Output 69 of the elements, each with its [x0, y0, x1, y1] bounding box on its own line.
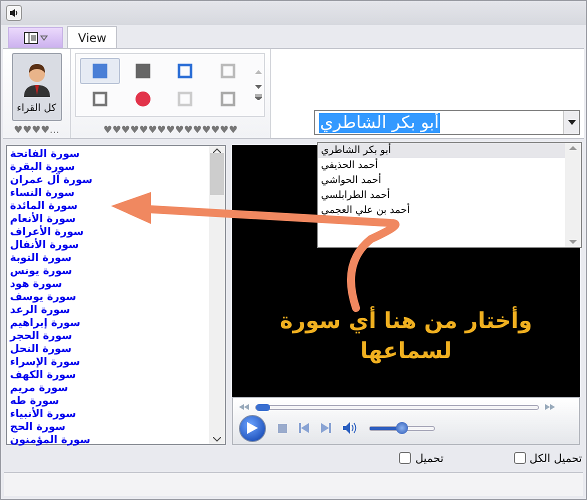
logo-icon: [134, 91, 151, 108]
surah-item[interactable]: سورة النساء: [10, 187, 75, 200]
play-icon: [247, 422, 258, 434]
seek-track[interactable]: [255, 404, 539, 410]
document-icon: [177, 62, 194, 79]
surah-item[interactable]: سورة الأنعام: [10, 213, 76, 226]
surah-item[interactable]: سورة طه: [10, 395, 60, 408]
surah-item[interactable]: سورة المائدة: [10, 200, 78, 213]
document-icon: [177, 91, 194, 108]
surah-item[interactable]: سورة إبراهيم: [10, 317, 80, 330]
all-readers-button[interactable]: كل القراء: [12, 53, 62, 121]
surah-item[interactable]: سورة التوبة: [10, 252, 72, 265]
fast-forward-icon: [545, 404, 555, 410]
surah-item[interactable]: سورة المؤمنون: [10, 434, 90, 447]
surah-item[interactable]: سورة الإسراء: [10, 356, 80, 369]
surah-item[interactable]: سورة الفاتحة: [10, 148, 80, 161]
rewind-icon: [239, 404, 249, 410]
volume-thumb[interactable]: [396, 422, 408, 434]
surah-item[interactable]: سورة الرعد: [10, 304, 70, 317]
ribbon-tab[interactable]: View: [67, 26, 118, 48]
scroll-thumb[interactable]: [210, 153, 224, 195]
document-icon: [220, 91, 236, 108]
surah-item[interactable]: سورة الحج: [10, 421, 66, 434]
selected-reciter-text: أبو بكر الشاطري: [319, 112, 440, 132]
checkbox-label: تحميل: [399, 452, 444, 464]
caption-text: وأختار من هنا أي سورة: [280, 307, 532, 337]
surah-item[interactable]: سورة الحجر: [10, 330, 72, 343]
chevron-up-icon: [569, 145, 577, 150]
caret-icon: [568, 120, 576, 125]
panel-icon: [24, 32, 48, 44]
checkbox[interactable]: [514, 452, 526, 464]
seek-thumb[interactable]: [256, 404, 270, 410]
surah-item[interactable]: سورة مريم: [10, 382, 68, 395]
stop-icon: [278, 424, 287, 432]
surah-item[interactable]: سورة الكهف: [10, 369, 76, 382]
chevron-down-icon: [569, 240, 577, 245]
checkbox-label: تحميل الكل: [514, 452, 582, 464]
surah-item[interactable]: سورة يوسف: [10, 291, 76, 304]
surah-item[interactable]: سورة الأعراف: [10, 226, 84, 239]
person-icon: [22, 63, 52, 97]
group-label: ♥♥♥♥♥♥♥♥♥♥♥♥♥♥♥: [103, 125, 238, 137]
dropdown-button[interactable]: [563, 111, 579, 134]
group-label: ♥♥♥♥...: [14, 125, 60, 137]
surah-item[interactable]: سورة الأنبياء: [10, 408, 76, 421]
speaker-icon: [343, 422, 357, 434]
speaker-icon: [9, 8, 19, 18]
play-button[interactable]: [239, 414, 266, 442]
document-icon: [92, 91, 108, 108]
scroll-arrows-icon: [254, 70, 262, 100]
document-icon: [220, 62, 236, 79]
next-icon: [321, 423, 331, 433]
document-icon: [134, 62, 151, 79]
surah-item[interactable]: سورة البقرة: [10, 161, 75, 174]
volume-button[interactable]: [343, 422, 357, 434]
speaker-button[interactable]: [6, 5, 22, 21]
surah-item[interactable]: سورة يونس: [10, 265, 72, 278]
surah-item[interactable]: سورة الأنفال: [10, 239, 79, 252]
surah-item[interactable]: سورة آل عمران: [10, 174, 92, 187]
previous-icon: [299, 423, 309, 433]
reciter-option[interactable]: أبو بكر الشاطري: [318, 143, 565, 158]
application-menu-button[interactable]: [8, 27, 63, 48]
surah-item[interactable]: سورة النحل: [10, 343, 72, 356]
chevron-up-icon: [213, 148, 221, 153]
surah-item[interactable]: سورة هود: [10, 278, 62, 291]
chevron-down-icon: [213, 437, 221, 442]
caption-text: لسماعها: [360, 338, 452, 366]
style-option[interactable]: [80, 58, 120, 84]
document-icon: [92, 62, 108, 79]
checkbox[interactable]: [399, 452, 412, 464]
